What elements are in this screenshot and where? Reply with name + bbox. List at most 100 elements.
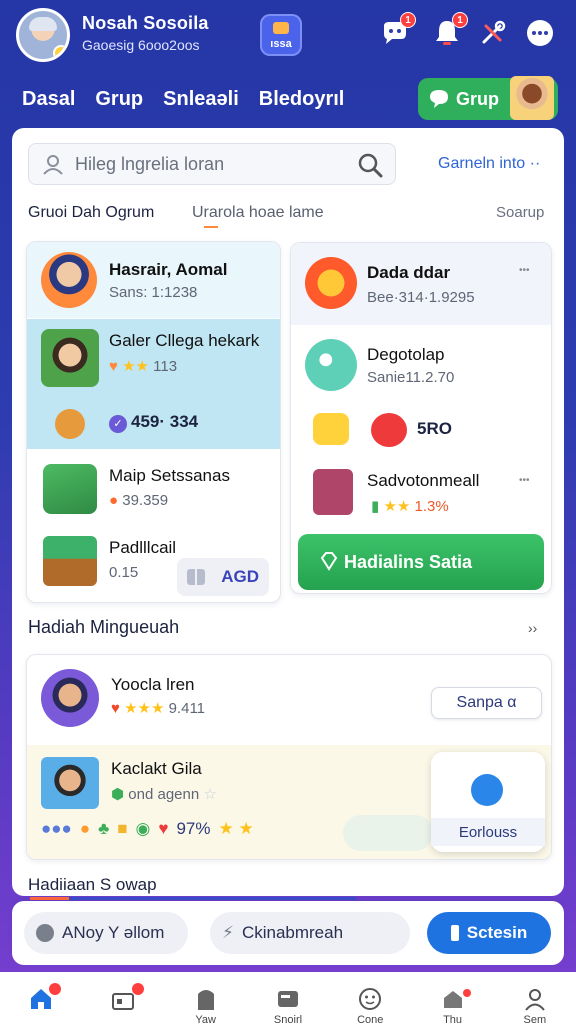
nav-cone[interactable]: Cone — [329, 972, 411, 1024]
basketball-icon: ● — [79, 819, 91, 838]
list-item[interactable]: Sadvotonmeall ▮ ★★ 1.3% ••• — [291, 465, 551, 529]
search-icon[interactable] — [355, 150, 385, 180]
lightning-icon: ⚡ — [222, 923, 234, 942]
bottom-navbar: Yaw Snoirl Cone Thu Sem — [0, 972, 576, 1024]
hadialins-button[interactable]: Hadialins Satia — [298, 534, 544, 590]
hadialins-label: Hadialins Satia — [344, 551, 473, 572]
section-title-right[interactable]: Soarup — [496, 204, 544, 221]
list-item-title: Degotolap — [367, 345, 445, 364]
nav-store-dot — [130, 982, 145, 996]
list-item-sub: 0.15 — [109, 564, 139, 581]
person-avatar — [41, 329, 99, 387]
tools-button[interactable] — [476, 16, 510, 50]
left-list-card: Hasrair, Aomal Sans: 1:1238 Galer Cllega… — [26, 241, 281, 603]
chat-notif-badge: 1 — [400, 12, 416, 28]
tab-grup[interactable]: Grup — [95, 88, 143, 121]
list-item-rating: ♥ ★★★ 9.411 — [111, 700, 206, 717]
grup-button-label: Grup — [456, 88, 499, 109]
phone-icon — [450, 925, 459, 941]
coin-icon — [55, 409, 85, 439]
star-icon: ★★ — [383, 498, 411, 515]
list-item-sub: ▮ ★★ 1.3% — [371, 498, 449, 515]
messenger-icon — [471, 774, 503, 806]
list-item-title: Hasrair, Aomal — [109, 260, 228, 279]
section-heading: Hadiiaan S owap — [28, 875, 157, 894]
more-icon — [527, 20, 553, 46]
gift-box-icon — [43, 464, 97, 514]
ckinabmreah-button[interactable]: ⚡ Ckinabmreah — [210, 912, 410, 954]
sanpa-button[interactable]: Sanpa α — [431, 687, 542, 719]
nav-sem[interactable]: Sem — [494, 972, 576, 1024]
user-avatar[interactable] — [16, 8, 70, 62]
app-shortcut-label: ıssa — [270, 38, 292, 50]
chat-button[interactable]: 1 — [378, 12, 416, 50]
list-item[interactable]: Hasrair, Aomal Sans: 1:1238 — [27, 242, 280, 318]
list-item-sub: Sanie11.2.70 — [367, 369, 455, 386]
nav-yaw[interactable]: Yaw — [165, 972, 247, 1024]
progress-pill — [343, 815, 433, 851]
tab-dasal[interactable]: Dasal — [22, 88, 75, 121]
eorlouss-label: Eorlouss — [431, 818, 545, 846]
heart-icon — [371, 413, 407, 447]
heart-icon: ♥ — [109, 358, 118, 375]
badge-icon: ◉ — [135, 819, 151, 838]
list-item-sub: ● 39.359 — [109, 492, 169, 509]
star-icon: ★ ★ — [218, 819, 254, 838]
sctesin-button[interactable]: Sctesin — [427, 912, 551, 954]
tab-bledoyril[interactable]: Bledoyrıl — [259, 88, 345, 121]
list-item[interactable]: Yoocla lren ♥ ★★★ 9.411 — [27, 655, 419, 743]
more-dots-icon[interactable]: ••• — [519, 475, 530, 486]
list-item[interactable]: 5RO — [291, 401, 551, 463]
heart-icon: ● — [109, 492, 119, 509]
nav-home[interactable] — [0, 972, 82, 1024]
anoy-button[interactable]: ANoy Y əllom — [24, 912, 188, 954]
box-icon: ■ — [117, 819, 128, 838]
list-item-title: Galer Cllega hekark — [109, 331, 260, 350]
profile-icon — [525, 989, 545, 1011]
nav-thu[interactable]: Thu — [411, 972, 493, 1024]
list-item[interactable]: Maip Setssanas ● 39.359 — [27, 450, 280, 524]
nav-snoirl[interactable]: Snoirl — [247, 972, 329, 1024]
user-icon — [43, 155, 63, 175]
clover-icon: ♣ — [98, 819, 110, 838]
section-progress-line — [30, 897, 356, 900]
agd-label: AGD — [221, 567, 259, 586]
eorlouss-card[interactable]: Eorlouss — [431, 752, 545, 852]
search-link[interactable]: Garneln into ·· — [438, 155, 540, 173]
anoy-label: ANoy Y əllom — [62, 923, 165, 942]
grup-button[interactable]: Grup — [418, 76, 558, 120]
nav-thu-dot — [461, 988, 472, 998]
diamond-icon — [320, 552, 338, 571]
person-avatar — [41, 757, 99, 809]
tab-snleaali[interactable]: Snleaəli — [157, 88, 245, 133]
agd-button[interactable]: AGD — [177, 558, 269, 596]
bell-button[interactable]: 1 — [430, 12, 468, 50]
clock-icon — [36, 924, 54, 942]
app-shortcut-button[interactable]: ıssa — [260, 14, 302, 56]
chevron-right-icon[interactable]: ›› — [528, 620, 537, 636]
monster-icon — [305, 339, 357, 391]
more-button[interactable] — [523, 16, 557, 50]
list-item-title: Kaclakt Gila — [111, 759, 202, 778]
search-input[interactable]: Hileg lngrelia loran — [28, 143, 396, 185]
list-item-sub: Sans: 1:1238 — [109, 284, 198, 301]
treasure-icon — [305, 257, 357, 309]
shop-stall-icon — [43, 536, 97, 586]
section-title-middle[interactable]: Urarola hoae lame — [192, 204, 324, 222]
star-icon: ★★★ — [124, 700, 165, 717]
person-avatar — [41, 252, 97, 308]
more-dots-icon[interactable]: ••• — [519, 265, 530, 276]
bell-notif-badge: 1 — [452, 12, 468, 28]
list-item[interactable]: Dada ddar Bee·314·1.9295 ••• — [291, 243, 551, 325]
list-item[interactable]: Degotolap Sanie11.2.70 — [291, 327, 551, 399]
list-item-highlight[interactable]: Galer Cllega hekark ♥ ★★ 113 ✓ 459· 334 — [27, 319, 280, 449]
nav-store[interactable] — [82, 972, 164, 1024]
shop-icon — [313, 469, 353, 515]
chart-icon: ▮ — [371, 498, 380, 515]
tools-icon — [482, 20, 506, 44]
grid-icon — [187, 569, 205, 585]
section-underline — [204, 226, 218, 228]
list-item-title: Sadvotonmeall — [367, 471, 480, 490]
card-icon — [277, 991, 298, 1007]
tab-bar: Dasal Grup Snleaəli Bledoyrıl — [22, 88, 345, 133]
